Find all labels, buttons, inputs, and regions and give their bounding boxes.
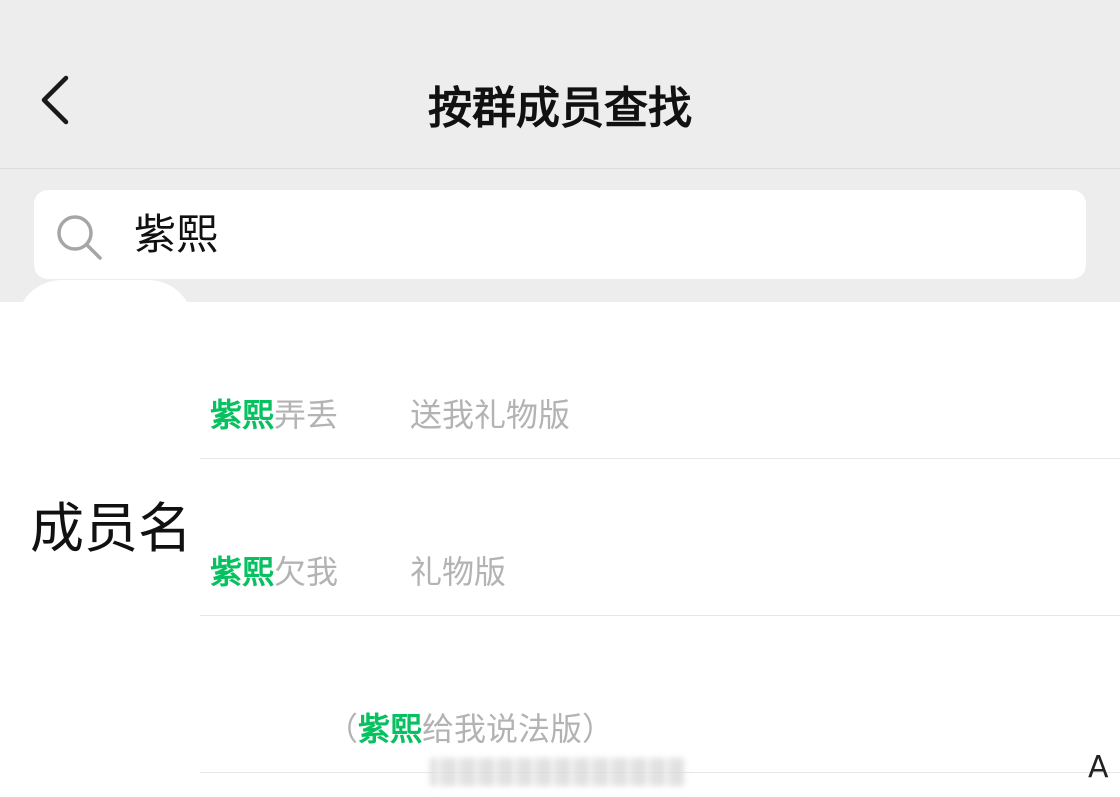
result-row[interactable]: （紫熙给我说法版） [200,616,1120,773]
name-highlight: 紫熙 [358,710,423,748]
result-row[interactable]: 紫熙弄丢 送我礼物版 [200,302,1120,459]
member-name: 紫熙欠我 [210,547,410,593]
member-extra: 送我礼物版 [410,396,571,434]
name-rest: 欠我 [274,553,339,591]
name-rest: 给我说法版） [422,710,615,748]
search-input[interactable] [134,190,1034,279]
page-title: 按群成员查找 [428,83,692,134]
result-text: 紫熙欠我 礼物版 [210,547,506,593]
corner-letter: A [1088,750,1109,785]
search-area [0,169,1120,302]
name-rest: 弄丢 [274,396,339,434]
result-text: （紫熙给我说法版） [326,704,614,750]
search-box[interactable] [34,190,1086,279]
member-name: 紫熙弄丢 [210,390,410,436]
name-highlight: 紫熙 [210,396,275,434]
member-name-label: 成员名 [30,497,192,560]
top-bar: 按群成员查找 [0,0,1120,169]
result-row[interactable]: 紫熙欠我 礼物版 [200,459,1120,616]
result-text: 紫熙弄丢 送我礼物版 [210,390,570,436]
blurred-content [430,758,685,786]
member-extra: 礼物版 [410,553,507,591]
paren-open: （ [326,710,359,748]
search-icon [57,215,102,260]
name-highlight: 紫熙 [210,553,275,591]
